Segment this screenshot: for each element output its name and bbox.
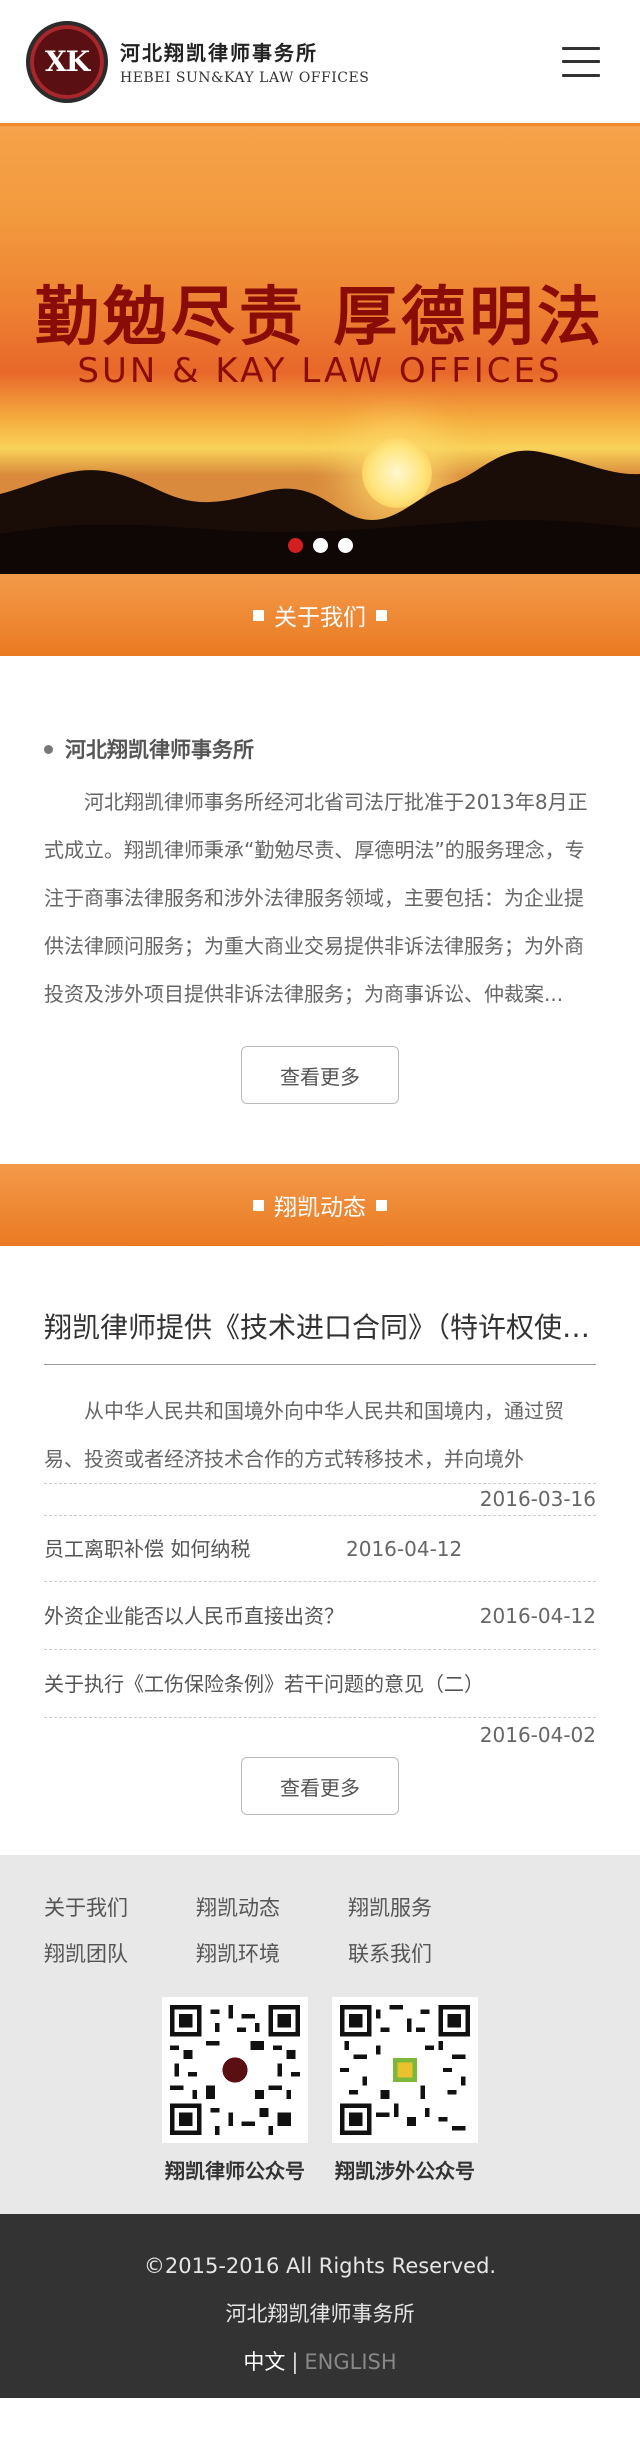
brand-text: 河北翔凯律师事务所 HEBEI SUN&KAY LAW OFFICES — [120, 37, 369, 86]
logo-mark: XK — [44, 45, 90, 78]
lang-separator: | — [291, 2350, 299, 2374]
brand[interactable]: XK 河北翔凯律师事务所 HEBEI SUN&KAY LAW OFFICES — [26, 20, 369, 103]
news-list-item[interactable]: 外资企业能否以人民币直接出资？ 2016-04-12 — [44, 1581, 596, 1649]
news-date: 2016-03-16 — [479, 1487, 596, 1511]
news-date: 2016-04-02 — [479, 1723, 596, 1747]
square-icon — [253, 609, 264, 621]
carousel-dot-3[interactable] — [337, 538, 353, 553]
news-list-item[interactable]: 关于执行《工伤保险条例》若干问题的意见（二） — [44, 1649, 596, 1717]
site-bottom: ©2015-2016 All Rights Reserved. 河北翔凯律师事务… — [0, 2214, 640, 2398]
news-date: 2016-04-12 — [346, 1537, 463, 1561]
carousel-dot-1[interactable] — [287, 538, 303, 553]
bullet-icon — [44, 744, 53, 754]
site-header: XK 河北翔凯律师事务所 HEBEI SUN&KAY LAW OFFICES — [0, 0, 640, 126]
about-more-button[interactable]: 查看更多 — [241, 1046, 399, 1104]
lang-chinese-link[interactable]: 中文 — [243, 2350, 285, 2374]
carousel-dots — [0, 538, 640, 553]
carousel-dot-2[interactable] — [312, 538, 328, 553]
news-section-title: 翔凯动态 — [274, 1195, 366, 1221]
news-section: 翔凯律师提供《技术进口合同》（特许权使用费） 从中华人民共和国境外向中华人民共和… — [0, 1246, 640, 1855]
footer: 关于我们 翔凯动态 翔凯服务 翔凯团队 翔凯环境 联系我们 翔凯律师公众号 翔凯… — [0, 1855, 640, 2214]
firm-name-cn: 河北翔凯律师事务所 — [120, 41, 318, 65]
hero-banner[interactable]: 勤勉尽责 厚德明法 SUN & KAY LAW OFFICES — [0, 126, 640, 574]
qr-item-foreign: 翔凯涉外公众号 — [332, 1997, 478, 2184]
news-list-item[interactable]: 2016-03-16 — [44, 1483, 596, 1515]
about-section-title: 关于我们 — [274, 605, 366, 631]
copyright-text: ©2015-2016 All Rights Reserved. — [143, 2254, 497, 2278]
news-more-button[interactable]: 查看更多 — [241, 1757, 399, 1815]
news-intro: 从中华人民共和国境外向中华人民共和国境内，通过贸易、投资或者经济技术合作的方式转… — [44, 1399, 564, 1471]
language-switcher: 中文 | ENGLISH — [0, 2338, 640, 2386]
qr-code-icon — [162, 1997, 308, 2143]
qr-code-icon — [332, 1997, 478, 2143]
footer-link-team[interactable]: 翔凯团队 — [44, 1931, 196, 1977]
qr-label-foreign: 翔凯涉外公众号 — [335, 2159, 475, 2183]
qr-label-law: 翔凯律师公众号 — [165, 2159, 305, 2183]
footer-link-about[interactable]: 关于我们 — [44, 1885, 196, 1931]
news-section-header: 翔凯动态 — [0, 1164, 640, 1246]
footer-link-contact[interactable]: 联系我们 — [348, 1931, 500, 1977]
footer-link-services[interactable]: 翔凯服务 — [348, 1885, 500, 1931]
hamburger-menu-icon[interactable] — [562, 46, 600, 77]
about-section-header: 关于我们 — [0, 574, 640, 656]
footer-link-news[interactable]: 翔凯动态 — [196, 1885, 348, 1931]
firm-name-en: HEBEI SUN&KAY LAW OFFICES — [120, 70, 370, 86]
qr-codes: 翔凯律师公众号 翔凯涉外公众号 — [44, 1997, 596, 2184]
banner-slogan-cn: 勤勉尽责 厚德明法 — [34, 280, 606, 355]
bottom-company-name: 河北翔凯律师事务所 — [225, 2302, 415, 2326]
news-title[interactable]: 员工离职补偿 如何纳税 — [44, 1516, 596, 1582]
square-icon — [376, 1199, 387, 1211]
banner-slogan-en: SUN & KAY LAW OFFICES — [77, 351, 563, 391]
about-firm-name: 河北翔凯律师事务所 — [65, 738, 254, 762]
news-list-item[interactable]: 2016-04-02 — [44, 1717, 596, 1753]
news-headline[interactable]: 翔凯律师提供《技术进口合同》（特许权使用费） — [44, 1306, 596, 1365]
footer-nav: 关于我们 翔凯动态 翔凯服务 翔凯团队 翔凯环境 联系我们 — [44, 1885, 596, 1977]
square-icon — [376, 609, 387, 621]
square-icon — [253, 1199, 264, 1211]
footer-link-environment[interactable]: 翔凯环境 — [196, 1931, 348, 1977]
about-text: 河北翔凯律师事务所经河北省司法厅批准于2013年8月正式成立。翔凯律师秉承“勤勉… — [44, 790, 588, 1006]
firm-logo: XK — [26, 20, 108, 103]
about-firm-heading: 河北翔凯律师事务所 — [44, 734, 596, 764]
lang-english-link[interactable]: ENGLISH — [304, 2350, 396, 2374]
news-list-item[interactable]: 员工离职补偿 如何纳税 2016-04-12 — [44, 1515, 596, 1581]
news-title[interactable]: 关于执行《工伤保险条例》若干问题的意见（二） — [44, 1650, 596, 1718]
about-section: 河北翔凯律师事务所 河北翔凯律师事务所经河北省司法厅批准于2013年8月正式成立… — [0, 656, 640, 1164]
news-date: 2016-04-12 — [479, 1604, 596, 1628]
qr-item-law: 翔凯律师公众号 — [162, 1997, 308, 2184]
